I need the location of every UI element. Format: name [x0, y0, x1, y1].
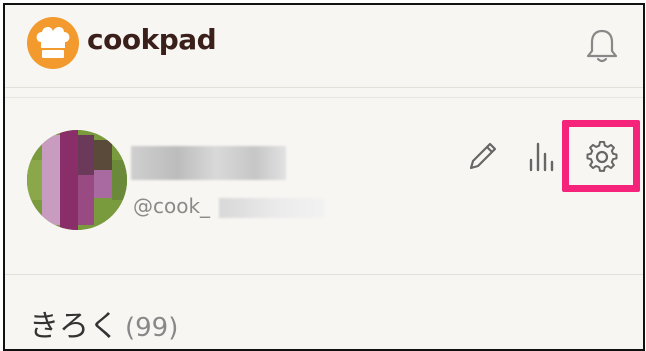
user-handle: @cook_	[133, 194, 211, 218]
user-handle-redacted	[219, 198, 324, 218]
app-frame: cookpad @cook_ きろく (99)	[3, 3, 645, 351]
chef-hat-icon	[36, 26, 70, 58]
user-name-redacted	[131, 146, 286, 180]
pencil-icon[interactable]	[465, 138, 501, 174]
bell-icon[interactable]	[584, 27, 620, 65]
brand-wordmark[interactable]: cookpad	[87, 23, 217, 56]
gear-icon[interactable]	[586, 141, 618, 173]
avatar[interactable]	[27, 130, 127, 230]
profile-card: @cook_	[5, 97, 643, 275]
records-heading: きろく (99)	[29, 301, 178, 345]
settings-button[interactable]	[569, 127, 633, 185]
settings-highlight	[562, 120, 640, 192]
records-count: (99)	[125, 313, 179, 343]
top-header: cookpad	[5, 5, 643, 88]
records-title: きろく	[29, 309, 119, 344]
logo[interactable]	[27, 17, 79, 69]
bar-chart-icon[interactable]	[525, 138, 561, 174]
